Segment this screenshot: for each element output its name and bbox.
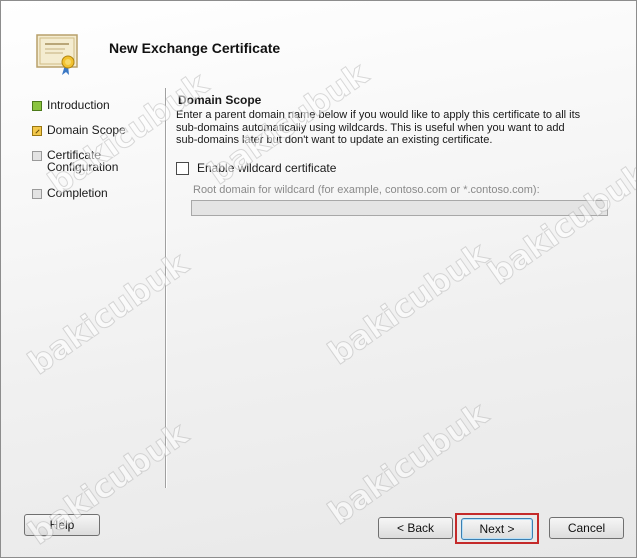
step-certificate-configuration[interactable]: Certificate Configuration — [32, 149, 147, 173]
help-button[interactable]: Help — [24, 514, 100, 536]
back-button[interactable]: < Back — [378, 517, 453, 539]
divider — [165, 88, 167, 488]
certificate-icon — [36, 34, 78, 75]
step-label: Completion — [47, 186, 108, 200]
step-completion[interactable]: Completion — [32, 187, 147, 199]
wizard-window: New Exchange Certificate Introduction Do… — [0, 0, 637, 558]
step-label: Introduction — [47, 98, 110, 112]
section-title: Domain Scope — [178, 93, 262, 107]
wizard-title: New Exchange Certificate — [109, 40, 281, 56]
wildcard-checkbox[interactable] — [176, 161, 189, 175]
step-pending-icon — [32, 151, 42, 161]
step-pending-icon — [32, 189, 42, 199]
root-domain-label: Root domain for wildcard (for example, c… — [193, 184, 540, 196]
watermark-text: bakicubuk — [21, 244, 196, 383]
step-complete-icon — [32, 101, 42, 111]
step-label: Domain Scope — [47, 123, 126, 137]
wildcard-checkbox-label[interactable]: Enable wildcard certificate — [197, 161, 336, 175]
step-introduction[interactable]: Introduction — [32, 99, 147, 111]
step-current-icon — [32, 126, 42, 136]
next-button-highlight: Next > — [455, 513, 539, 544]
next-button[interactable]: Next > — [461, 518, 533, 540]
root-domain-input[interactable] — [191, 200, 608, 216]
cancel-button[interactable]: Cancel — [549, 517, 624, 539]
wildcard-checkbox-row[interactable]: Enable wildcard certificate — [176, 161, 336, 175]
section-description: Enter a parent domain name below if you … — [176, 109, 581, 146]
step-label: Certificate Configuration — [47, 148, 119, 174]
watermark-text: bakicubuk — [321, 234, 496, 373]
watermark-text: bakicubuk — [481, 154, 637, 293]
step-domain-scope[interactable]: Domain Scope — [32, 124, 147, 136]
watermark-text: bakicubuk — [321, 394, 496, 533]
